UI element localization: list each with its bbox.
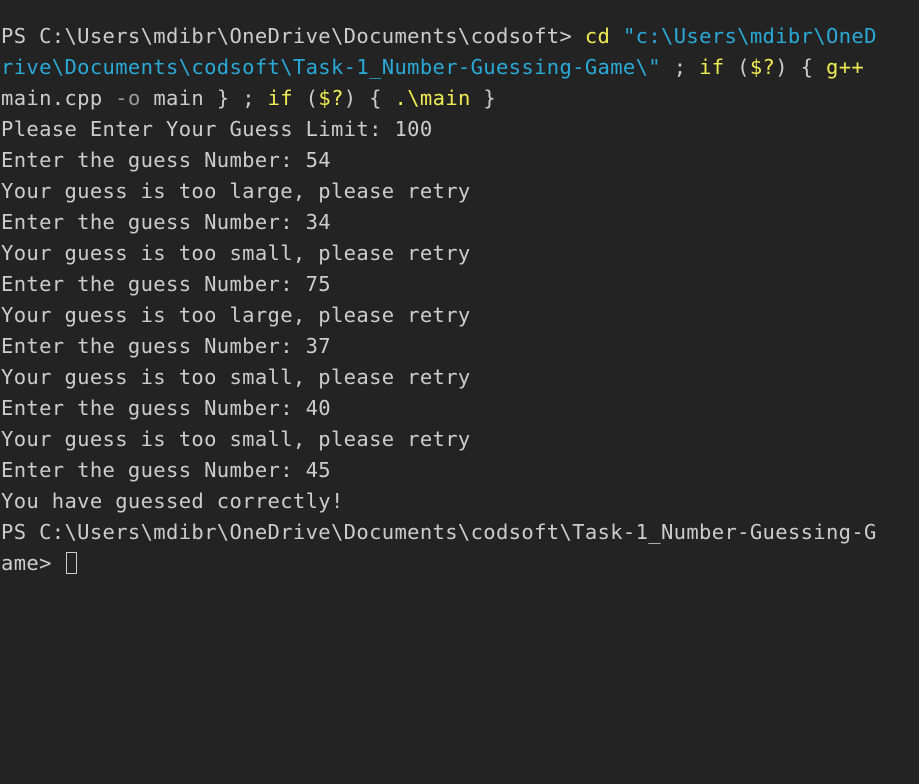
- cd-command: cd: [584, 24, 611, 48]
- output-line: Enter the guess Number: 40: [1, 396, 331, 420]
- command-line-1: PS C:\Users\mdibr\OneDrive\Documents\cod…: [1, 21, 919, 52]
- final-prompt-line-1: PS C:\Users\mdibr\OneDrive\Documents\cod…: [1, 520, 877, 544]
- final-prompt-text: ame>: [1, 551, 65, 575]
- output-line: Enter the guess Number: 37: [1, 334, 331, 358]
- last-exit-variable: $?: [318, 86, 344, 110]
- terminal-window[interactable]: PS C:\Users\mdibr\OneDrive\Documents\cod…: [0, 0, 919, 784]
- output-line: Enter the guess Number: 75: [1, 272, 331, 296]
- run-command: .\main: [394, 86, 471, 110]
- text-cursor[interactable]: [66, 552, 78, 574]
- output-flag: -o: [115, 86, 141, 110]
- command-line-2: rive\Documents\codsoft\Task-1_Number-Gue…: [1, 52, 919, 83]
- path-string-continued: rive\Documents\codsoft\Task-1_Number-Gue…: [1, 55, 661, 79]
- last-exit-variable: $?: [749, 55, 776, 79]
- output-line: Your guess is too small, please retry: [1, 241, 471, 265]
- output-line: Enter the guess Number: 34: [1, 210, 331, 234]
- output-target: main: [153, 86, 205, 110]
- gpp-command: g++: [826, 55, 865, 79]
- output-line: Please Enter Your Guess Limit: 100: [1, 117, 433, 141]
- block-close: }: [470, 86, 497, 110]
- final-prompt-line-2[interactable]: ame>: [1, 548, 919, 579]
- if-keyword: if: [699, 55, 725, 79]
- prompt-text: PS C:\Users\mdibr\OneDrive\Documents\cod…: [1, 24, 585, 48]
- paren-close: ) {: [775, 55, 827, 79]
- output-line: Enter the guess Number: 45: [1, 458, 331, 482]
- paren-open: (: [724, 55, 750, 79]
- output-line: You have guessed correctly!: [1, 489, 344, 513]
- command-line-3: main.cpp -o main } ; if ($?) { .\main }: [1, 83, 919, 114]
- paren-close: ) {: [343, 86, 395, 110]
- output-line: Your guess is too large, please retry: [1, 179, 471, 203]
- if-keyword: if: [267, 86, 293, 110]
- path-string: "c:\Users\mdibr\OneD: [622, 24, 877, 48]
- output-line: Your guess is too small, please retry: [1, 427, 471, 451]
- source-file: main.cpp: [1, 86, 103, 110]
- paren-open: (: [292, 86, 319, 110]
- output-line: Your guess is too small, please retry: [1, 365, 471, 389]
- separator: } ;: [204, 86, 268, 110]
- output-line: Your guess is too large, please retry: [1, 303, 471, 327]
- separator: ;: [661, 55, 700, 79]
- output-line: Enter the guess Number: 54: [1, 148, 331, 172]
